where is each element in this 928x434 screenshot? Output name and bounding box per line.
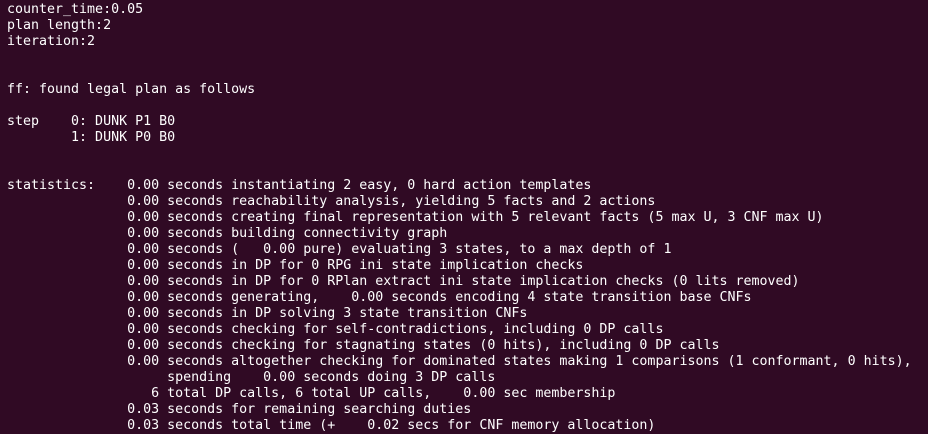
terminal-line-statistics: 0.00 seconds reachability analysis, yiel… <box>7 194 656 209</box>
terminal-line-statistics: statistics: 0.00 seconds instantiating 2… <box>7 178 592 193</box>
terminal-line-plan-length: plan length:2 <box>7 18 112 33</box>
terminal-line-statistics: 0.00 seconds creating final representati… <box>7 210 824 225</box>
terminal-line-plan-step: step 0: DUNK P1 B0 <box>7 114 176 129</box>
terminal-line-statistics: 0.00 seconds in DP solving 3 state trans… <box>7 306 528 321</box>
terminal-output: counter_time:0.05 plan length:2 iteratio… <box>7 2 912 434</box>
terminal-line-plan-found: ff: found legal plan as follows <box>7 82 256 97</box>
terminal-line-statistics: 0.00 seconds in DP for 0 RPlan extract i… <box>7 274 800 289</box>
terminal-line-statistics: 0.00 seconds in DP for 0 RPG ini state i… <box>7 258 584 273</box>
terminal-line-iteration: iteration:2 <box>7 34 96 49</box>
terminal-line-statistics: 0.03 seconds total time (+ 0.02 secs for… <box>7 418 656 433</box>
terminal-line-counter-time: counter_time:0.05 <box>7 2 144 17</box>
terminal-line-statistics: spending 0.00 seconds doing 3 DP calls <box>7 370 496 385</box>
terminal-line-plan-step: 1: DUNK P0 B0 <box>7 130 176 145</box>
terminal-line-statistics: 6 total DP calls, 6 total UP calls, 0.00… <box>7 386 616 401</box>
terminal-line-statistics: 0.00 seconds building connectivity graph <box>7 226 448 241</box>
terminal-line-statistics: 0.00 seconds altogether checking for dom… <box>7 354 912 369</box>
terminal-line-statistics: 0.00 seconds ( 0.00 pure) evaluating 3 s… <box>7 242 672 257</box>
terminal-line-statistics: 0.00 seconds checking for stagnating sta… <box>7 338 720 353</box>
terminal-window[interactable]: counter_time:0.05 plan length:2 iteratio… <box>0 0 928 434</box>
terminal-line-statistics: 0.03 seconds for remaining searching dut… <box>7 402 472 417</box>
terminal-line-statistics: 0.00 seconds generating, 0.00 seconds en… <box>7 290 752 305</box>
terminal-line-statistics: 0.00 seconds checking for self-contradic… <box>7 322 664 337</box>
